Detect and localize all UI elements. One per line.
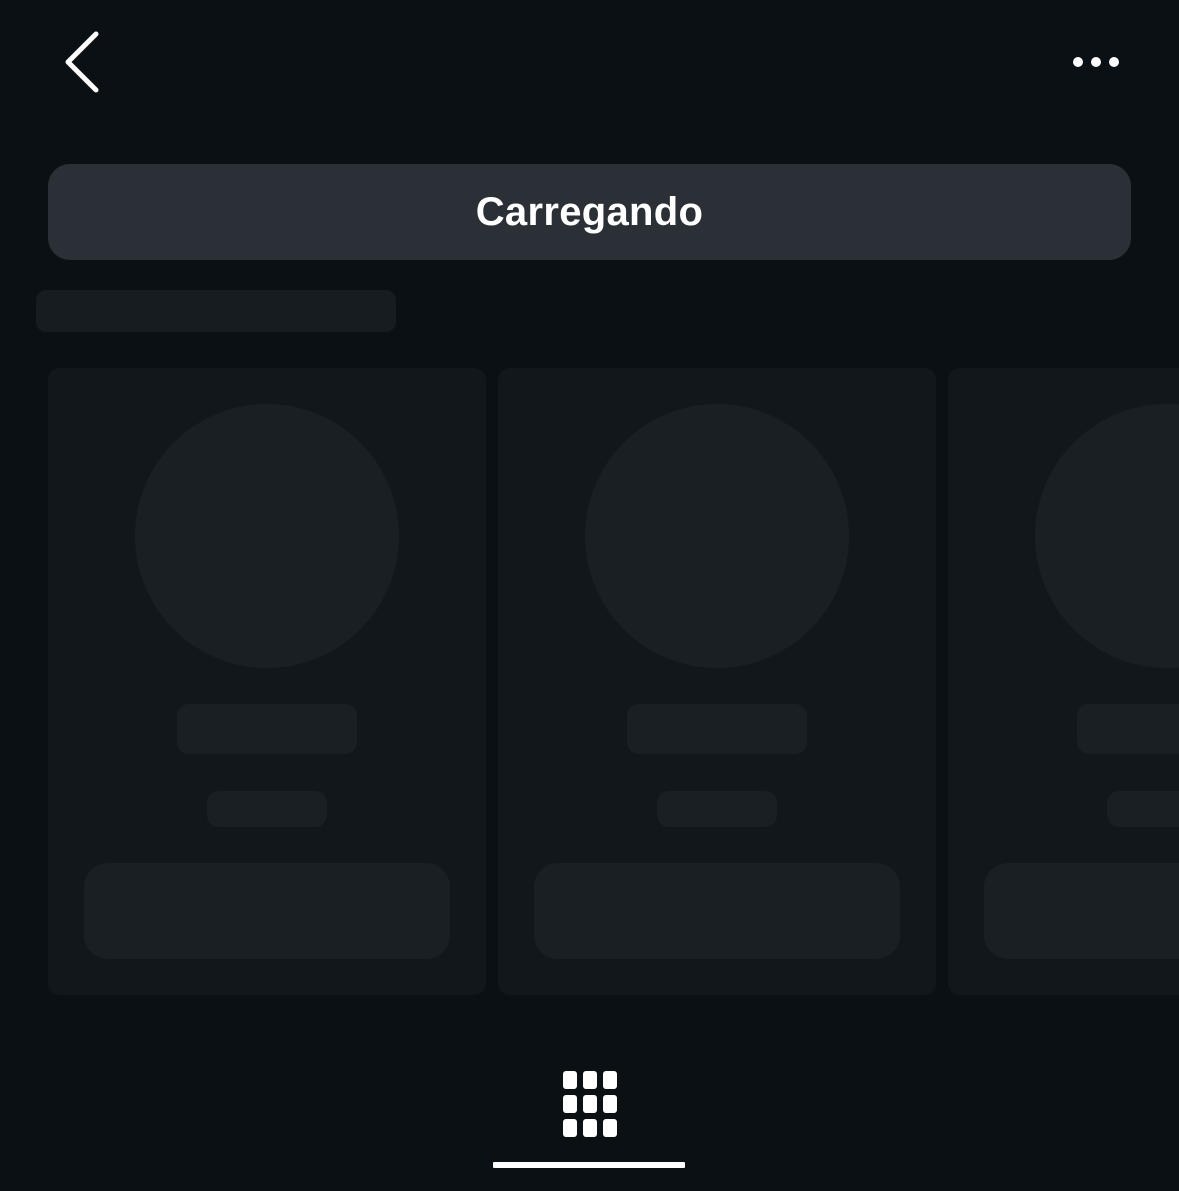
avatar-skeleton [585,404,849,668]
avatar-skeleton [135,404,399,668]
skeleton-card [498,368,936,995]
avatar-skeleton [1035,404,1179,668]
back-button[interactable] [52,26,116,98]
active-tab-indicator [493,1162,685,1168]
section-title-skeleton [36,290,396,332]
subtitle-skeleton [1107,791,1179,827]
button-skeleton [534,863,900,959]
more-horizontal-icon [1073,57,1119,67]
name-skeleton [177,704,357,754]
tab-grid[interactable] [493,1062,685,1170]
grid-icon [563,1071,617,1137]
name-skeleton [627,704,807,754]
name-skeleton [1077,704,1179,754]
button-skeleton [84,863,450,959]
button-skeleton [984,863,1179,959]
subtitle-skeleton [207,791,327,827]
more-options-button[interactable] [1062,40,1130,84]
loading-status-text: Carregando [475,189,704,234]
skeleton-card [948,368,1179,995]
loading-status-bar: Carregando [48,164,1131,260]
subtitle-skeleton [657,791,777,827]
chevron-left-icon [65,31,99,93]
skeleton-card [48,368,486,995]
